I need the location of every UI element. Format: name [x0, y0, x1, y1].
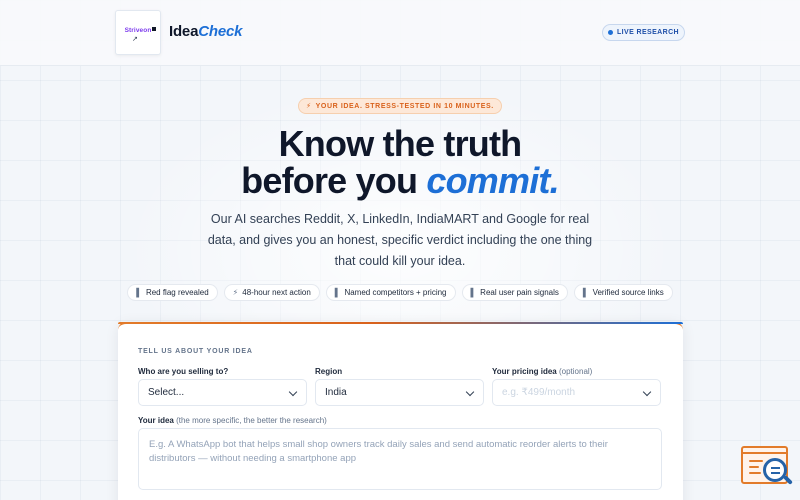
- document-header-bar: [743, 448, 786, 454]
- idea-textarea[interactable]: E.g. A WhatsApp bot that helps small sho…: [138, 428, 662, 490]
- document-line: [749, 460, 763, 462]
- live-dot-icon: [608, 30, 613, 35]
- chip-red-flag: ▌ Red flag revealed: [127, 284, 218, 301]
- live-research-badge: LIVE RESEARCH: [602, 24, 685, 41]
- hero-title-line2: before you commit.: [0, 162, 800, 200]
- bar-icon: ▌: [334, 288, 341, 297]
- company-logo[interactable]: Striveon ↗: [115, 10, 161, 55]
- live-badge-label: LIVE RESEARCH: [617, 29, 679, 36]
- chip-label: Red flag revealed: [145, 288, 209, 297]
- selling-to-value: Select...: [148, 387, 185, 398]
- brand-accent: Check: [198, 23, 243, 40]
- lightning-icon: ⚡: [306, 103, 312, 110]
- tagline-text: YOUR IDEA. STRESS-TESTED IN 10 MINUTES.: [315, 102, 494, 110]
- document-search-icon[interactable]: [741, 446, 793, 490]
- idea-label-text: Your idea: [138, 416, 174, 425]
- pricing-select[interactable]: e.g. ₹499/month: [492, 379, 661, 406]
- chip-label: Verified source links: [592, 288, 664, 297]
- tagline-pill: ⚡ YOUR IDEA. STRESS-TESTED IN 10 MINUTES…: [298, 98, 502, 114]
- chevron-down-icon: [642, 387, 652, 397]
- hero-title-plain: before you: [241, 160, 427, 201]
- hero-title-accent: commit.: [426, 160, 559, 201]
- idea-form-card: TELL US ABOUT YOUR IDEA Who are you sell…: [118, 322, 683, 500]
- selling-to-select[interactable]: Select...: [138, 379, 307, 406]
- brand-name[interactable]: IdeaCheck: [169, 23, 242, 40]
- chip-source-links: ▌ Verified source links: [573, 284, 673, 301]
- region-label: Region: [315, 367, 343, 376]
- chip-next-action: ⚡ 48-hour next action: [223, 284, 320, 301]
- selling-to-label: Who are you selling to?: [138, 367, 229, 376]
- hero-subtitle: Our AI searches Reddit, X, LinkedIn, Ind…: [207, 212, 593, 268]
- hero-title-line1: Know the truth: [278, 123, 523, 164]
- form-section-title: TELL US ABOUT YOUR IDEA: [138, 348, 253, 355]
- bar-icon: ▌: [136, 288, 142, 297]
- idea-label-hint: (the more specific, the better the resea…: [176, 416, 327, 425]
- chip-pain-signals: ▌ Real user pain signals: [461, 284, 568, 301]
- document-line: [749, 472, 761, 474]
- chip-label: Named competitors + pricing: [344, 288, 447, 297]
- region-value: India: [325, 387, 347, 398]
- magnifier-line: [771, 472, 780, 474]
- chip-label: 48-hour next action: [242, 288, 311, 297]
- brand-main: Idea: [169, 23, 199, 40]
- pricing-label: Your pricing idea (optional): [492, 367, 592, 376]
- idea-label: Your idea (the more specific, the better…: [138, 416, 327, 425]
- chip-label: Real user pain signals: [480, 288, 559, 297]
- chip-competitors: ▌ Named competitors + pricing: [325, 284, 456, 301]
- chevron-down-icon: [288, 387, 298, 397]
- pricing-placeholder: e.g. ₹499/month: [502, 387, 576, 398]
- pricing-label-hint: (optional): [558, 367, 593, 376]
- feature-chips: ▌ Red flag revealed ⚡ 48-hour next actio…: [0, 284, 800, 301]
- chevron-down-icon: [465, 387, 475, 397]
- bar-icon: ▌: [470, 288, 477, 297]
- region-select[interactable]: India: [315, 379, 484, 406]
- lightning-icon: ⚡: [232, 288, 239, 297]
- document-line: [749, 466, 759, 468]
- top-header: Striveon ↗ IdeaCheck LIVE RESEARCH: [0, 0, 800, 66]
- logo-arrow-icon: ↗: [132, 36, 138, 43]
- logo-text: Striveon: [124, 27, 157, 34]
- bar-icon: ▌: [582, 288, 589, 297]
- pricing-label-text: Your pricing idea: [492, 367, 557, 376]
- magnifier-line: [771, 467, 780, 469]
